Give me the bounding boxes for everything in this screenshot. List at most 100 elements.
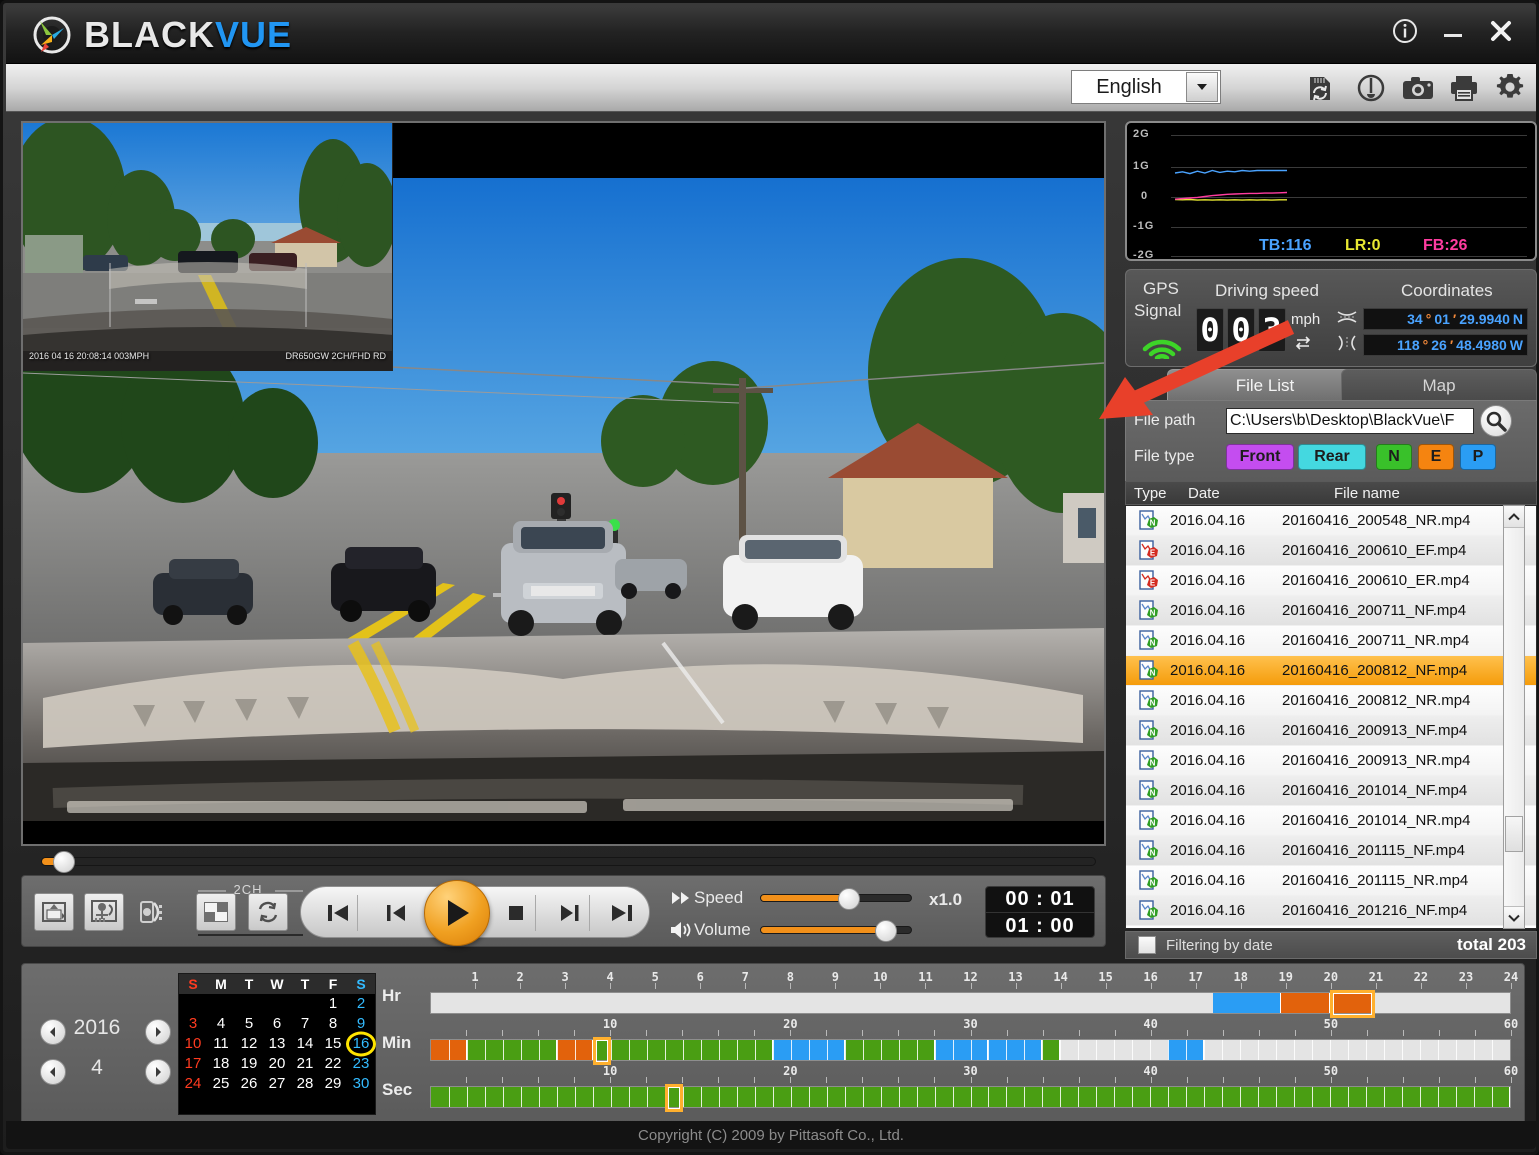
- table-row[interactable]: N 2016.04.16 20160416_200812_NR.mp4: [1126, 686, 1536, 716]
- scrollbar-thumb[interactable]: [1505, 816, 1523, 852]
- speed-knob[interactable]: [837, 888, 860, 910]
- speed-slider[interactable]: [760, 888, 912, 910]
- camera-snapshot-icon[interactable]: [1401, 72, 1435, 104]
- table-row[interactable]: N 2016.04.16 20160416_201115_NF.mp4: [1126, 836, 1536, 866]
- table-row[interactable]: E 2016.04.16 20160416_200610_EF.mp4: [1126, 536, 1536, 566]
- next-year-button[interactable]: [145, 1019, 171, 1045]
- prev-file-button[interactable]: [309, 887, 367, 939]
- chevron-up-icon[interactable]: [1504, 506, 1524, 528]
- seek-handle[interactable]: [53, 851, 75, 873]
- chevron-down-icon[interactable]: [1186, 72, 1218, 102]
- table-row[interactable]: N 2016.04.16 20160416_200913_NF.mp4: [1126, 716, 1536, 746]
- calendar-day[interactable]: 29: [319, 1074, 347, 1094]
- play-button[interactable]: [424, 880, 490, 946]
- language-select[interactable]: English: [1071, 70, 1221, 104]
- rear-camera-pip-view[interactable]: 2016 04 16 20:08:14 003MPH DR650GW 2CH/F…: [23, 123, 393, 371]
- swap-channel-icon[interactable]: [248, 893, 288, 931]
- timeline-segment[interactable]: [934, 1040, 989, 1060]
- stop-button[interactable]: [487, 887, 545, 939]
- file-type-normal[interactable]: N: [1376, 444, 1412, 470]
- calendar-day[interactable]: 8: [319, 1014, 347, 1034]
- calendar-day[interactable]: 25: [207, 1074, 235, 1094]
- table-row[interactable]: N 2016.04.16 20160416_200913_NR.mp4: [1126, 746, 1536, 776]
- next-file-button[interactable]: [593, 887, 651, 939]
- tab-map[interactable]: Map: [1341, 369, 1537, 401]
- timeline-segment[interactable]: [988, 1040, 1043, 1060]
- timeline-segment[interactable]: [610, 1040, 773, 1060]
- chevron-down-icon[interactable]: [1504, 906, 1524, 928]
- timeline-bar-min[interactable]: [430, 1037, 1511, 1065]
- calendar-day[interactable]: 7: [291, 1014, 319, 1034]
- table-row[interactable]: N 2016.04.16 20160416_201014_NR.mp4: [1126, 806, 1536, 836]
- table-row[interactable]: N 2016.04.16 20160416_200711_NF.mp4: [1126, 596, 1536, 626]
- file-path-input[interactable]: C:\Users\b\Desktop\BlackVue\F: [1226, 408, 1474, 434]
- calendar-days[interactable]: 1 2 3 4 5 6 7 8 9 10 11 12 13 14 15 16 17 18 19 20 21 22 23 24 2…: [179, 994, 375, 1094]
- video-player[interactable]: 2016 04 16 20:08:13 003MPH DR650GW 2CH/F…: [21, 121, 1106, 846]
- timeline-selection[interactable]: [1330, 990, 1376, 1018]
- lens-adjust-icon[interactable]: [134, 893, 174, 931]
- timeline-segment[interactable]: [1042, 1040, 1061, 1060]
- seek-bar[interactable]: [21, 851, 1106, 873]
- calendar-day[interactable]: 12: [235, 1034, 263, 1054]
- file-list[interactable]: N 2016.04.16 20160416_200548_NR.mp4 E 2016.0…: [1125, 505, 1537, 929]
- table-row[interactable]: N 2016.04.16 20160416_200548_NR.mp4: [1126, 506, 1536, 536]
- volume-slider[interactable]: [760, 920, 912, 942]
- calibration-icon[interactable]: [84, 893, 124, 931]
- timeline-selection[interactable]: [664, 1084, 683, 1112]
- calendar-day[interactable]: 30: [347, 1074, 375, 1094]
- print-icon[interactable]: [1447, 72, 1481, 104]
- step-back-button[interactable]: [367, 887, 425, 939]
- calendar-day[interactable]: 2: [347, 994, 375, 1014]
- file-list-scrollbar[interactable]: [1503, 505, 1525, 929]
- calendar-day[interactable]: 20: [263, 1054, 291, 1074]
- calendar-day[interactable]: 4: [207, 1014, 235, 1034]
- calendar-day[interactable]: 16: [347, 1034, 375, 1054]
- tab-file-list[interactable]: File List: [1167, 369, 1363, 401]
- file-type-event[interactable]: E: [1418, 444, 1454, 470]
- calendar-day[interactable]: 27: [263, 1074, 291, 1094]
- seek-track[interactable]: [41, 857, 1096, 866]
- timeline-selection[interactable]: [592, 1037, 611, 1065]
- file-type-parking[interactable]: P: [1460, 444, 1496, 470]
- step-forward-button[interactable]: [541, 887, 599, 939]
- settings-gear-icon[interactable]: [1493, 72, 1527, 104]
- pip-layout-icon[interactable]: [196, 893, 236, 931]
- filter-by-date-checkbox[interactable]: [1138, 936, 1156, 954]
- calendar-day[interactable]: 21: [291, 1054, 319, 1074]
- calendar-day[interactable]: 23: [347, 1054, 375, 1074]
- volume-icon[interactable]: [668, 921, 694, 939]
- firmware-upgrade-icon[interactable]: [1354, 72, 1388, 104]
- calendar-day[interactable]: 26: [235, 1074, 263, 1094]
- table-row[interactable]: N 2016.04.16 20160416_200711_NR.mp4: [1126, 626, 1536, 656]
- search-icon[interactable]: [1480, 405, 1512, 437]
- close-icon[interactable]: [1488, 18, 1514, 48]
- calendar-day[interactable]: 1: [319, 994, 347, 1014]
- calendar-day[interactable]: 6: [263, 1014, 291, 1034]
- volume-knob[interactable]: [875, 920, 897, 942]
- calendar-day[interactable]: 13: [263, 1034, 291, 1054]
- calendar-day[interactable]: 18: [207, 1054, 235, 1074]
- timeline-segment[interactable]: [1280, 993, 1331, 1013]
- table-row[interactable]: N 2016.04.16 20160416_200812_NF.mp4: [1126, 656, 1536, 686]
- calendar-day[interactable]: 11: [207, 1034, 235, 1054]
- timeline-bar-hr[interactable]: [430, 990, 1511, 1018]
- calendar-day[interactable]: 22: [319, 1054, 347, 1074]
- next-month-button[interactable]: [145, 1059, 171, 1085]
- sd-card-sync-icon[interactable]: [1303, 72, 1337, 104]
- table-row[interactable]: E 2016.04.16 20160416_200610_ER.mp4: [1126, 566, 1536, 596]
- calendar-day[interactable]: 19: [235, 1054, 263, 1074]
- file-type-rear[interactable]: Rear: [1298, 444, 1366, 470]
- calendar-grid[interactable]: SMTWTFS 1 2 3 4 5 6 7 8 9 10 11 12 13 14 15 16 17 18 19 20 2…: [178, 973, 376, 1115]
- calendar-day[interactable]: 10: [179, 1034, 207, 1054]
- table-row[interactable]: N 2016.04.16 20160416_201216_NF.mp4: [1126, 896, 1536, 926]
- calendar-day[interactable]: 17: [179, 1054, 207, 1074]
- calendar-day[interactable]: 15: [319, 1034, 347, 1054]
- unit-swap-icon[interactable]: [1295, 335, 1311, 355]
- timeline-bar-sec[interactable]: [430, 1084, 1511, 1112]
- file-type-front[interactable]: Front: [1226, 444, 1294, 470]
- table-row[interactable]: N 2016.04.16 20160416_201115_NR.mp4: [1126, 866, 1536, 896]
- save-frame-icon[interactable]: [34, 893, 74, 931]
- timeline-segment[interactable]: [1213, 993, 1281, 1013]
- table-row[interactable]: N 2016.04.16 20160416_201014_NF.mp4: [1126, 776, 1536, 806]
- calendar-day[interactable]: 5: [235, 1014, 263, 1034]
